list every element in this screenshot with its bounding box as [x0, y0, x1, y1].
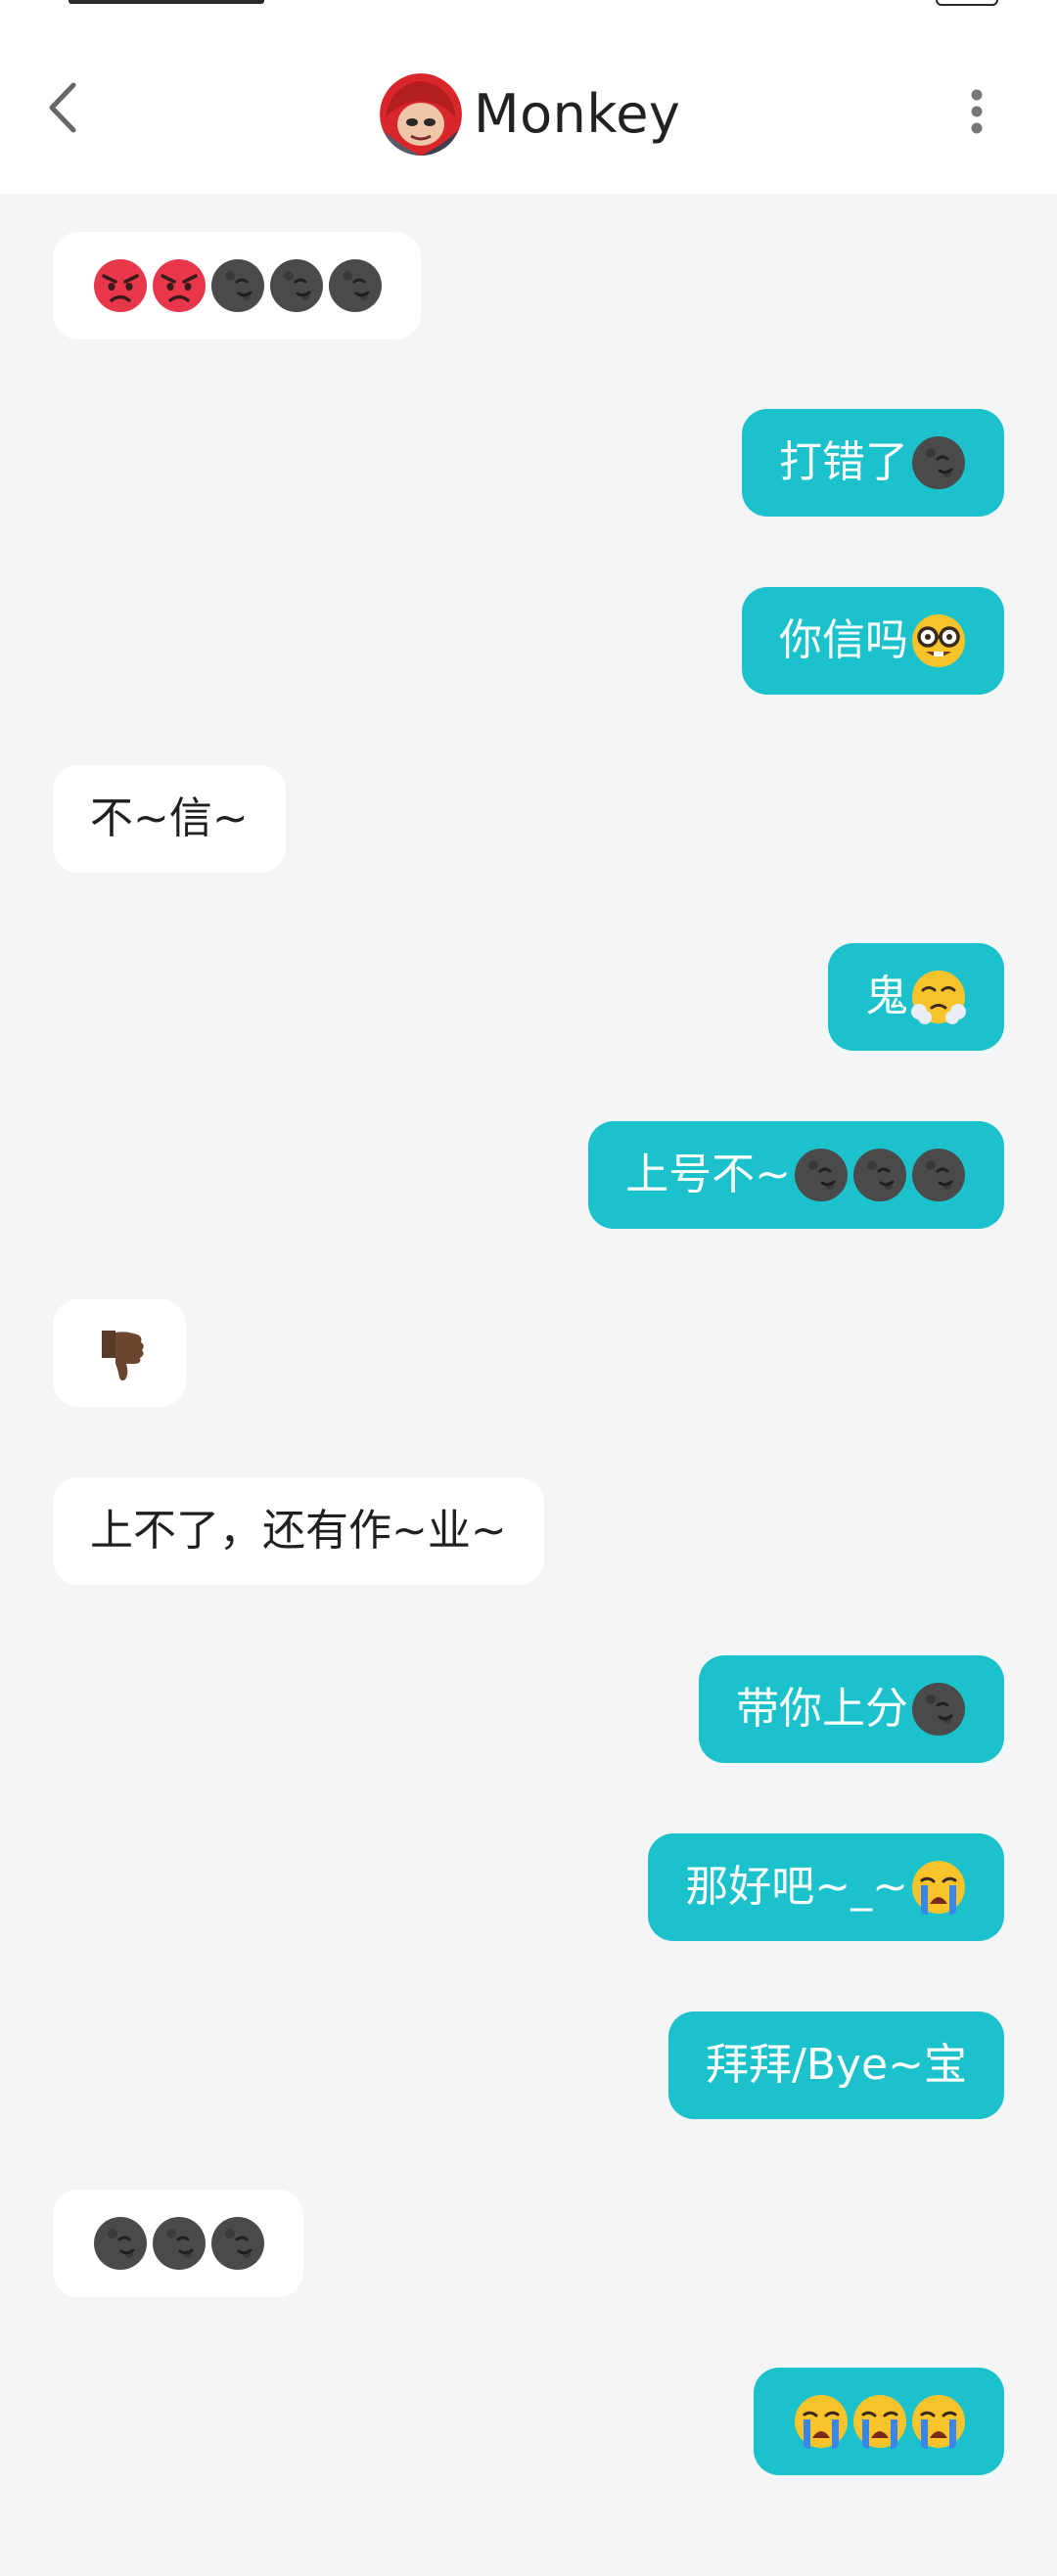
crying-face-icon: [793, 2393, 850, 2450]
new-moon-face-icon: [151, 2215, 207, 2272]
message-text: 上不了，还有作~业~: [90, 1506, 507, 1556]
sent-message-bubble[interactable]: 带你上分: [699, 1655, 1004, 1763]
new-moon-face-icon: [910, 434, 967, 491]
sent-message-bubble[interactable]: [754, 2368, 1004, 2475]
steam-face-icon: [910, 969, 967, 1025]
new-moon-face-icon: [910, 1147, 967, 1203]
message-text: 你信吗: [779, 615, 908, 665]
new-moon-face-icon: [92, 2215, 149, 2272]
message-text: 上号不~: [625, 1150, 791, 1199]
new-moon-face-icon: [209, 2215, 266, 2272]
status-bar: [0, 0, 1057, 10]
new-moon-face-icon: [327, 257, 384, 314]
crying-face-icon: [851, 2393, 908, 2450]
new-moon-face-icon: [268, 257, 325, 314]
chat-header: Monkey: [0, 0, 1057, 194]
new-moon-face-icon: [910, 1681, 967, 1738]
message-emojis: [793, 2393, 967, 2450]
received-message-bubble[interactable]: 上不了，还有作~业~: [53, 1477, 544, 1585]
chevron-left-icon: [49, 82, 76, 133]
status-bar-left: [69, 0, 264, 4]
message-text: 鬼: [865, 972, 908, 1021]
more-options-button[interactable]: [947, 84, 1006, 139]
new-moon-face-icon: [793, 1147, 850, 1203]
nerd-face-icon: [910, 612, 967, 669]
sent-message-bubble[interactable]: 你信吗: [742, 587, 1004, 695]
sent-message-bubble[interactable]: 上号不~: [588, 1121, 1004, 1229]
sent-message-bubble[interactable]: 打错了: [742, 409, 1004, 517]
message-text: 那好吧~_~: [685, 1862, 908, 1912]
message-emojis: [910, 969, 967, 1025]
message-emojis: [910, 434, 967, 491]
message-emojis: [92, 2215, 266, 2272]
chat-title: Monkey: [474, 83, 681, 145]
more-vertical-icon: [971, 89, 983, 134]
crying-face-icon: [910, 2393, 967, 2450]
sent-message-bubble[interactable]: 拜拜/Bye~宝: [668, 2011, 1004, 2119]
message-emojis: [92, 257, 384, 314]
received-message-bubble[interactable]: [53, 232, 421, 339]
new-moon-face-icon: [209, 257, 266, 314]
message-emojis: [910, 1681, 967, 1738]
message-text: 带你上分: [736, 1684, 908, 1734]
message-text: 打错了: [779, 437, 908, 487]
message-emojis: [910, 1859, 967, 1916]
crying-face-icon: [910, 1859, 967, 1916]
message-emojis: [910, 612, 967, 669]
received-message-bubble[interactable]: 不~信~: [53, 765, 286, 873]
back-button[interactable]: [33, 78, 92, 137]
angry-face-icon: [92, 257, 149, 314]
message-text: 不~信~: [90, 793, 249, 843]
message-emojis: [92, 1325, 149, 1381]
message-emojis: [793, 1147, 967, 1203]
sent-message-bubble[interactable]: 鬼: [828, 943, 1004, 1051]
avatar[interactable]: [380, 73, 462, 156]
battery-icon: [936, 0, 998, 6]
angry-face-icon: [151, 257, 207, 314]
received-message-bubble[interactable]: [53, 2190, 303, 2297]
thumbs-down-icon: [92, 1325, 149, 1381]
received-message-bubble[interactable]: [53, 1299, 186, 1407]
message-text: 拜拜/Bye~宝: [706, 2040, 967, 2090]
chat-title-group[interactable]: Monkey: [380, 70, 680, 158]
sent-message-bubble[interactable]: 那好吧~_~: [648, 1833, 1004, 1941]
new-moon-face-icon: [851, 1147, 908, 1203]
monkey-avatar-icon: [380, 73, 462, 156]
